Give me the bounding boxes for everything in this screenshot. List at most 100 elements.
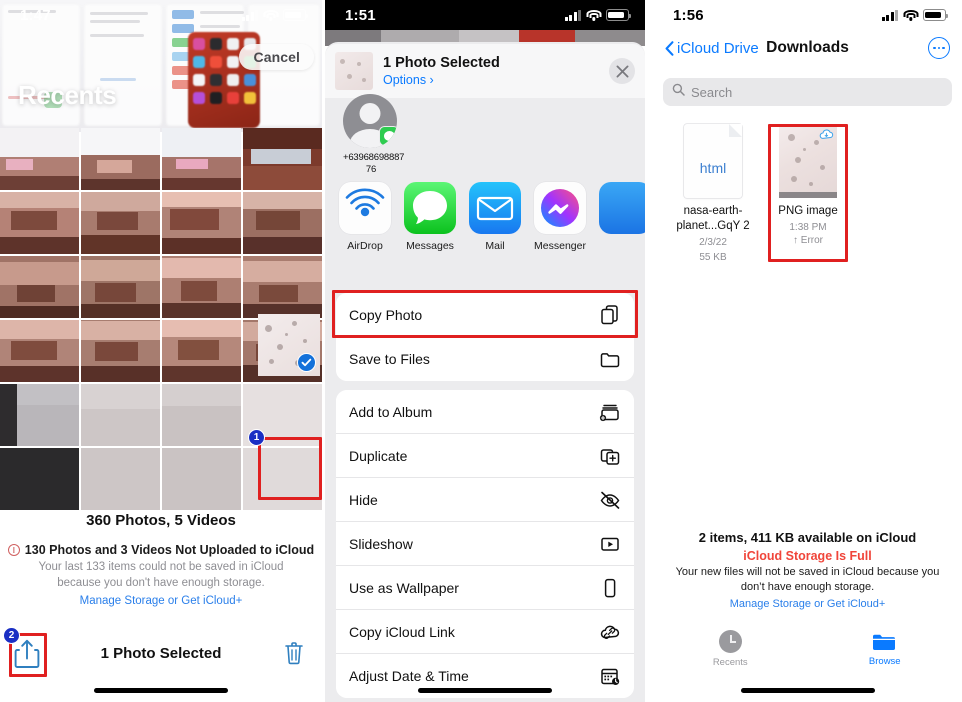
action-save-to-files[interactable]: Save to Files <box>336 337 634 381</box>
photo-cell[interactable] <box>162 128 241 190</box>
share-apps-row: AirDrop Messages Mail Messenger <box>325 182 645 268</box>
trash-icon[interactable] <box>284 641 304 665</box>
photo-cell[interactable] <box>81 256 160 318</box>
photo-cell[interactable] <box>162 320 241 382</box>
cellular-signal-icon <box>564 9 581 21</box>
airdrop-icon <box>339 182 391 234</box>
wifi-icon <box>903 9 918 21</box>
file-type-label: html <box>699 160 727 176</box>
photo-cell[interactable] <box>0 128 79 190</box>
cancel-button[interactable]: Cancel <box>239 44 314 70</box>
photo-cell[interactable] <box>162 384 241 446</box>
action-label: Slideshow <box>349 535 413 552</box>
document-icon: html <box>684 124 742 198</box>
folder-icon <box>599 348 621 370</box>
messages-badge-icon <box>379 126 397 146</box>
page-title: Recents <box>18 80 117 110</box>
share-preview-thumbnail[interactable] <box>335 52 373 90</box>
action-use-as-wallpaper[interactable]: Use as Wallpaper <box>336 566 634 610</box>
status-clock: 1:51 <box>345 6 376 24</box>
photo-cell[interactable] <box>81 320 160 382</box>
status-bar-middle: 1:51 <box>325 0 645 30</box>
search-input[interactable]: Search <box>663 78 952 106</box>
photo-cell[interactable] <box>0 256 79 318</box>
share-app-messenger[interactable]: Messenger <box>534 182 586 268</box>
step-badge-1: 1 <box>248 429 265 446</box>
action-label: Adjust Date & Time <box>349 668 469 684</box>
image-thumbnail <box>779 124 837 198</box>
calendar-clock-icon <box>599 665 621 687</box>
panel-share-sheet: 1:51 1 Photo Selected Options › +6396869… <box>325 0 645 702</box>
photo-cell[interactable] <box>81 448 160 510</box>
action-label: Copy Photo <box>349 306 423 323</box>
photo-cell[interactable] <box>243 448 322 510</box>
photo-cell[interactable] <box>243 256 322 318</box>
photo-cell[interactable] <box>162 448 241 510</box>
upload-warning-title: 130 Photos and 3 Videos Not Uploaded to … <box>24 543 315 557</box>
manage-storage-link[interactable]: Manage Storage or Get iCloud+ <box>653 598 962 610</box>
action-label: Save to Files <box>349 351 430 367</box>
action-label: Copy iCloud Link <box>349 623 455 640</box>
share-app-label: AirDrop <box>347 240 383 252</box>
photo-count-label: 360 Photos, 5 Videos <box>86 512 236 529</box>
photo-cell[interactable] <box>0 192 79 254</box>
photo-cell[interactable] <box>243 128 322 190</box>
contact-suggestion[interactable]: +63968698887 76 <box>343 94 405 176</box>
avatar <box>343 94 397 148</box>
photo-cell[interactable] <box>0 384 79 446</box>
tab-browse[interactable]: Browse <box>808 624 962 674</box>
share-contacts-row: +63968698887 76 <box>325 94 645 176</box>
share-app-mail[interactable]: Mail <box>469 182 521 268</box>
share-app-partial[interactable] <box>599 182 645 268</box>
file-status: ↑ Error <box>793 235 823 247</box>
messages-icon <box>404 182 456 234</box>
files-footer: 2 items, 411 KB available on iCloud iClo… <box>653 530 962 610</box>
tab-recents[interactable]: Recents <box>653 624 808 674</box>
files-tab-bar: Recents Browse <box>653 624 962 674</box>
action-hide[interactable]: Hide <box>336 478 634 522</box>
storage-full-label: iCloud Storage Is Full <box>743 549 872 563</box>
battery-icon <box>283 9 308 21</box>
contact-name: +63968698887 76 <box>343 152 405 175</box>
photo-cell[interactable] <box>0 320 79 382</box>
photo-cell[interactable] <box>81 128 160 190</box>
upload-warning-body: Your last 133 items could not be saved i… <box>38 561 284 589</box>
action-label: Use as Wallpaper <box>349 579 459 596</box>
photo-cell[interactable] <box>81 192 160 254</box>
file-size: 55 KB <box>699 252 727 264</box>
photo-cell[interactable] <box>0 448 79 510</box>
close-icon[interactable] <box>609 58 635 84</box>
back-button[interactable]: iCloud Drive <box>665 40 759 57</box>
share-title: 1 Photo Selected <box>383 55 500 71</box>
item-count-label: 2 items, 411 KB available on iCloud <box>698 530 917 545</box>
status-icons <box>241 9 308 21</box>
photo-cell[interactable] <box>162 192 241 254</box>
copy-icon <box>599 304 621 326</box>
warning-icon <box>7 544 20 556</box>
photo-cell[interactable] <box>162 256 241 318</box>
share-actions-secondary: Add to Album Duplicate Hide Slideshow Us… <box>336 390 634 698</box>
tab-label: Browse <box>868 655 901 667</box>
manage-storage-link[interactable]: Manage Storage or Get iCloud+ <box>0 595 322 607</box>
more-ellipsis-icon[interactable] <box>928 37 950 59</box>
file-item-png[interactable]: PNG image 1:38 PM ↑ Error <box>758 124 858 246</box>
phone-icon <box>599 577 621 599</box>
partial-app-icon <box>599 182 645 234</box>
share-app-airdrop[interactable]: AirDrop <box>339 182 391 268</box>
status-bar-left: 1:47 <box>0 0 322 30</box>
photos-summary: 360 Photos, 5 Videos 130 Photos and 3 Vi… <box>0 512 322 607</box>
share-options-link[interactable]: Options › <box>383 73 609 87</box>
status-icons <box>564 9 631 21</box>
file-item-html[interactable]: html nasa-earth-planet...GqY 2 2/3/22 55… <box>663 124 763 265</box>
photo-cell[interactable] <box>81 384 160 446</box>
selected-photo-thumbnail[interactable] <box>258 314 320 376</box>
action-copy-photo[interactable]: Copy Photo <box>336 293 634 337</box>
action-slideshow[interactable]: Slideshow <box>336 522 634 566</box>
share-app-messages[interactable]: Messages <box>404 182 456 268</box>
file-date: 1:38 PM <box>789 221 827 233</box>
action-copy-icloud-link[interactable]: Copy iCloud Link <box>336 610 634 654</box>
action-duplicate[interactable]: Duplicate <box>336 434 634 478</box>
action-add-to-album[interactable]: Add to Album <box>336 390 634 434</box>
photo-cell[interactable] <box>243 192 322 254</box>
messenger-icon <box>534 182 586 234</box>
